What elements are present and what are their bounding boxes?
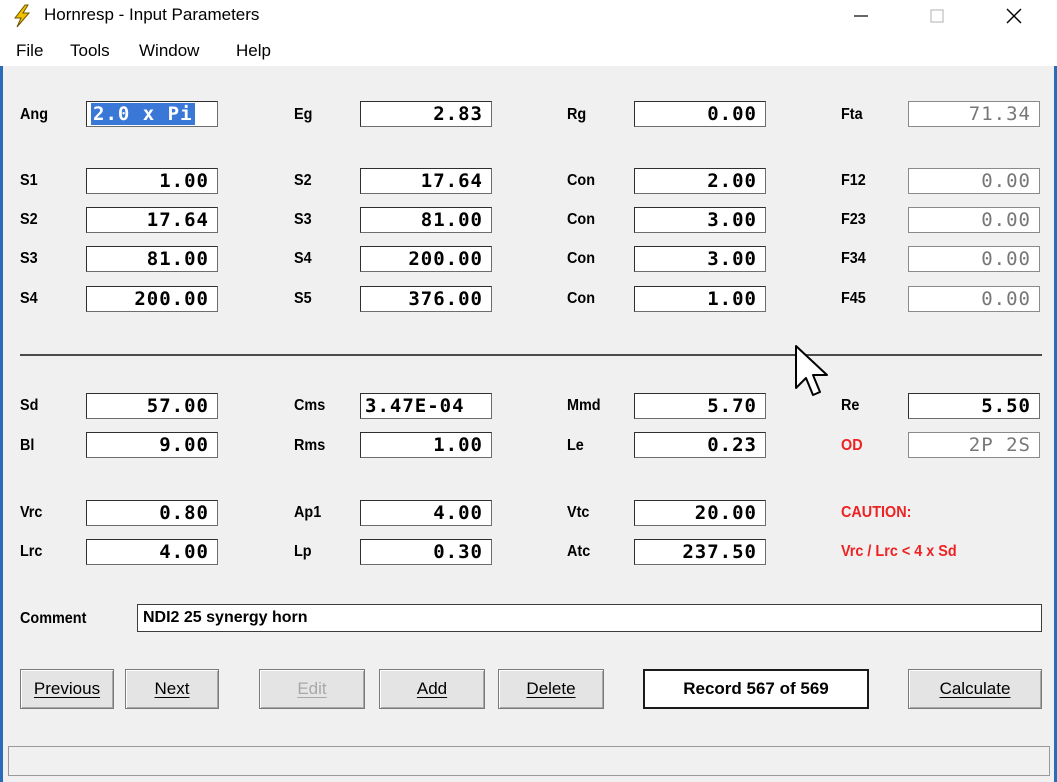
input-ang-value: 2.0 x Pi [91,103,195,125]
label-s2-row: S2 [20,211,38,228]
close-button[interactable] [986,0,1042,32]
label-ang: Ang [20,106,48,123]
input-s1[interactable]: 1.00 [86,168,218,194]
label-ap1: Ap1 [294,504,322,521]
input-eg[interactable]: 2.83 [360,101,492,127]
menu-tools[interactable]: Tools [70,41,110,61]
label-mmd: Mmd [567,397,601,414]
input-ap1[interactable]: 4.00 [360,500,492,526]
input-cms[interactable]: 3.47E-04 [360,393,492,419]
caution-text: Vrc / Lrc < 4 x Sd [841,543,957,560]
label-con-3: Con [567,250,595,267]
label-con-1: Con [567,172,595,189]
record-indicator: Record 567 of 569 [643,669,869,709]
calculate-button[interactable]: Calculate [908,669,1042,709]
input-vtc[interactable]: 20.00 [634,500,766,526]
output-fta: 71.34 [908,101,1040,127]
label-lrc: Lrc [20,543,43,560]
label-sd: Sd [20,397,39,414]
maximize-icon [930,9,944,23]
label-rg: Rg [567,106,587,123]
input-atc[interactable]: 237.50 [634,539,766,565]
input-bl[interactable]: 9.00 [86,432,218,458]
menu-bar: File Tools Window Help [0,32,1057,66]
input-rms[interactable]: 1.00 [360,432,492,458]
title-bar: Hornresp - Input Parameters [0,0,1057,32]
input-ang[interactable]: 2.0 x Pi [86,101,218,127]
label-s2: S2 [294,172,312,189]
status-bar [8,746,1050,776]
comment-input[interactable]: NDI2 25 synergy horn [137,604,1042,632]
input-s5[interactable]: 376.00 [360,286,492,312]
label-f23: F23 [841,211,866,228]
input-vrc[interactable]: 0.80 [86,500,218,526]
mouse-pointer-icon [794,344,834,404]
lightning-icon [10,4,34,28]
input-lrc[interactable]: 4.00 [86,539,218,565]
input-mmd[interactable]: 5.70 [634,393,766,419]
output-f34: 0.00 [908,246,1040,272]
label-le: Le [567,437,584,454]
edit-button[interactable]: Edit [259,669,365,709]
input-s4-row[interactable]: 200.00 [86,286,218,312]
window-title: Hornresp - Input Parameters [44,5,260,24]
menu-window[interactable]: Window [139,41,199,61]
input-s3[interactable]: 81.00 [360,207,492,233]
add-button[interactable]: Add [379,669,485,709]
input-con-4[interactable]: 1.00 [634,286,766,312]
label-re: Re [841,397,860,414]
section-divider [20,354,1042,356]
label-s4-row: S4 [20,290,38,307]
label-atc: Atc [567,543,591,560]
input-sd[interactable]: 57.00 [86,393,218,419]
label-f34: F34 [841,250,866,267]
input-con-3[interactable]: 3.00 [634,246,766,272]
label-rms: Rms [294,437,326,454]
input-s4[interactable]: 200.00 [360,246,492,272]
previous-button[interactable]: Previous [20,669,114,709]
menu-file[interactable]: File [16,41,43,61]
input-le[interactable]: 0.23 [634,432,766,458]
output-f23: 0.00 [908,207,1040,233]
output-od: 2P 2S [908,432,1040,458]
next-button[interactable]: Next [125,669,219,709]
minimize-icon [854,15,868,17]
label-cms: Cms [294,397,326,414]
input-lp[interactable]: 0.30 [360,539,492,565]
label-vtc: Vtc [567,504,590,521]
label-od: OD [841,437,863,454]
label-eg: Eg [294,106,313,123]
input-con-2[interactable]: 3.00 [634,207,766,233]
input-s2[interactable]: 17.64 [360,168,492,194]
label-fta: Fta [841,106,863,123]
label-s5: S5 [294,290,312,307]
input-re[interactable]: 5.50 [908,393,1040,419]
window-border-left [0,66,3,782]
delete-button[interactable]: Delete [498,669,604,709]
label-s3-row: S3 [20,250,38,267]
close-icon [1006,8,1022,24]
label-s1: S1 [20,172,38,189]
input-rg[interactable]: 0.00 [634,101,766,127]
minimize-button[interactable] [833,0,889,32]
label-bl: Bl [20,437,35,454]
label-con-2: Con [567,211,595,228]
output-f45: 0.00 [908,286,1040,312]
input-s3-row[interactable]: 81.00 [86,246,218,272]
label-comment: Comment [20,610,87,627]
output-f12: 0.00 [908,168,1040,194]
menu-help[interactable]: Help [236,41,271,61]
input-con-1[interactable]: 2.00 [634,168,766,194]
label-vrc: Vrc [20,504,43,521]
caution-title: CAUTION: [841,504,912,521]
label-f45: F45 [841,290,866,307]
input-s2-row[interactable]: 17.64 [86,207,218,233]
label-s4: S4 [294,250,312,267]
maximize-button[interactable] [909,0,965,32]
label-lp: Lp [294,543,312,560]
label-f12: F12 [841,172,866,189]
label-con-4: Con [567,290,595,307]
label-s3: S3 [294,211,312,228]
